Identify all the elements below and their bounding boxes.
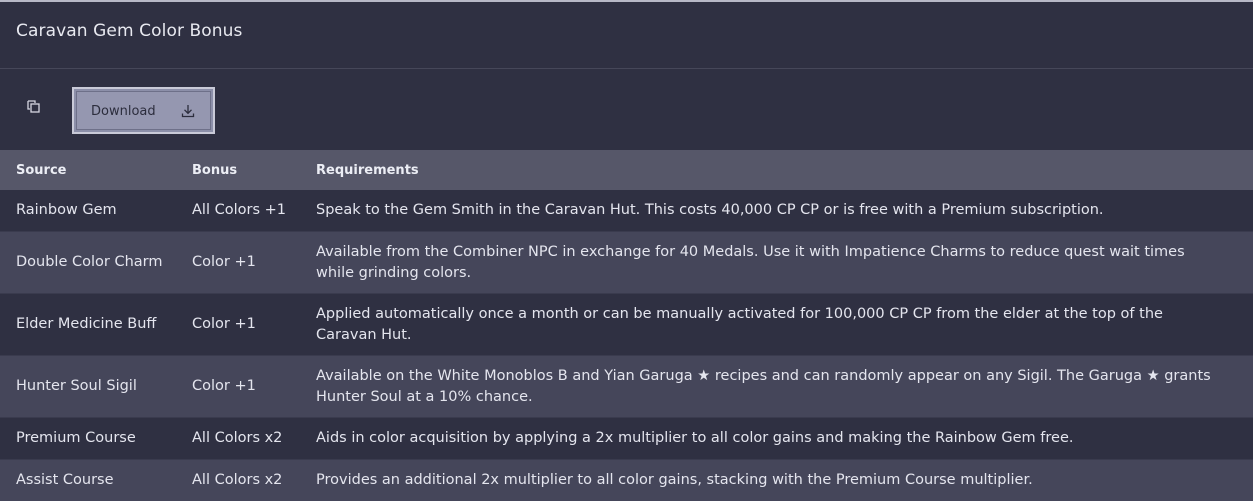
- table-row: Premium Course All Colors x2 Aids in col…: [0, 418, 1253, 460]
- table-row: Elder Medicine Buff Color +1 Applied aut…: [0, 294, 1253, 356]
- cell-bonus: Color +1: [176, 356, 300, 418]
- cell-requirements: Speak to the Gem Smith in the Caravan Hu…: [300, 190, 1253, 232]
- copy-icon[interactable]: [26, 99, 44, 117]
- panel-header: Caravan Gem Color Bonus: [0, 2, 1253, 69]
- table-row: Hunter Soul Sigil Color +1 Available on …: [0, 356, 1253, 418]
- cell-source: Double Color Charm: [0, 232, 176, 294]
- cell-source: Premium Course: [0, 418, 176, 460]
- download-label: Download: [91, 104, 156, 119]
- cell-bonus: All Colors x2: [176, 418, 300, 460]
- cell-requirements: Available from the Combiner NPC in excha…: [300, 232, 1253, 294]
- table-panel: Caravan Gem Color Bonus Download: [0, 0, 1253, 495]
- cell-requirements: Available on the White Monoblos B and Yi…: [300, 356, 1253, 418]
- column-header-requirements[interactable]: Requirements: [300, 150, 1253, 190]
- download-icon: [180, 103, 196, 119]
- cell-source: Elder Medicine Buff: [0, 294, 176, 356]
- table-header-row: Source Bonus Requirements: [0, 150, 1253, 190]
- cell-requirements: Applied automatically once a month or ca…: [300, 294, 1253, 356]
- table-row: Double Color Charm Color +1 Available fr…: [0, 232, 1253, 294]
- cell-bonus: Color +1: [176, 294, 300, 356]
- cell-requirements: Aids in color acquisition by applying a …: [300, 418, 1253, 460]
- cell-source: Hunter Soul Sigil: [0, 356, 176, 418]
- download-button-face: Download: [76, 91, 211, 130]
- cell-source: Rainbow Gem: [0, 190, 176, 232]
- cell-bonus: Color +1: [176, 232, 300, 294]
- column-header-source[interactable]: Source: [0, 150, 176, 190]
- column-header-bonus[interactable]: Bonus: [176, 150, 300, 190]
- table-row: Rainbow Gem All Colors +1 Speak to the G…: [0, 190, 1253, 232]
- download-button[interactable]: Download: [72, 87, 215, 134]
- toolbar: Download: [0, 69, 1253, 150]
- panel-title: Caravan Gem Color Bonus: [16, 21, 243, 41]
- bonus-table: Source Bonus Requirements Rainbow Gem Al…: [0, 150, 1253, 501]
- cell-bonus: All Colors +1: [176, 190, 300, 232]
